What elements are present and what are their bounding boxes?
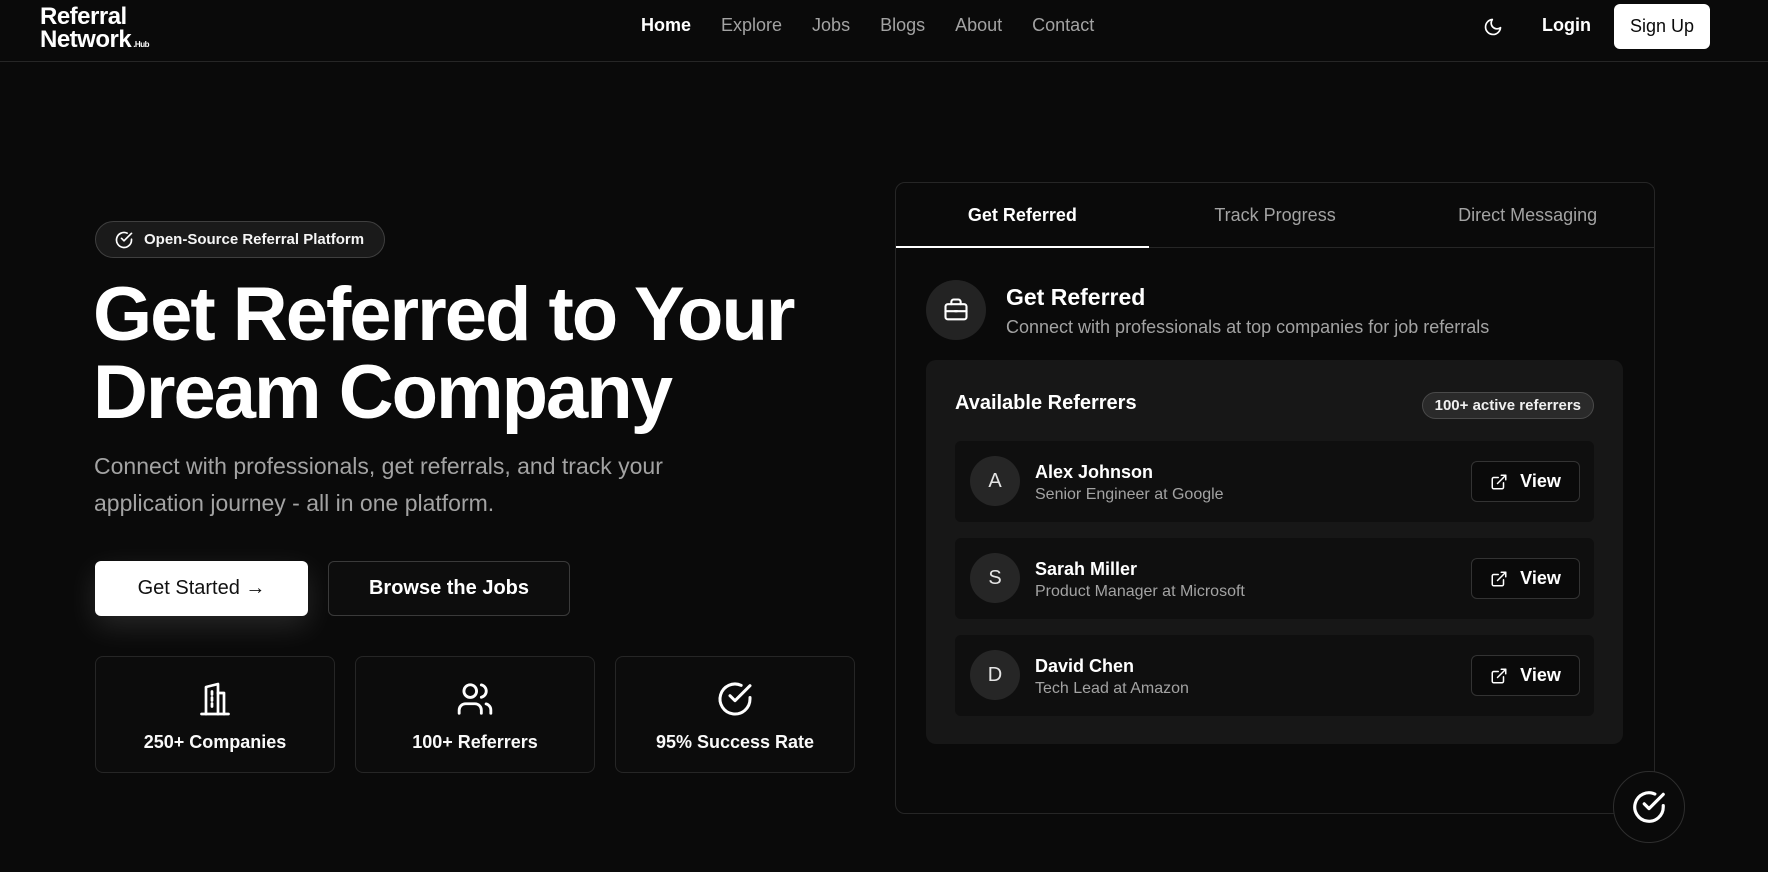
referrers-panel: Available Referrers 100+ active referrer… [926,360,1623,744]
referrer-row: D David Chen Tech Lead at Amazon View [955,635,1594,716]
feature-icon-wrap [926,280,986,340]
logo-line2: Network [40,25,132,53]
external-link-icon [1491,571,1507,586]
nav-link-blogs[interactable]: Blogs [880,15,925,36]
referrer-row: S Sarah Miller Product Manager at Micros… [955,538,1594,619]
check-circle-icon [115,231,133,248]
nav-link-about[interactable]: About [955,15,1002,36]
referrer-name: Sarah Miller [1035,559,1138,579]
platform-badge-label: Open-Source Referral Platform [144,231,365,248]
stat-companies: 250+ Companies [95,656,335,773]
referrer-role: Senior Engineer at Google [1035,486,1224,503]
view-referrer-button[interactable]: View [1471,655,1580,696]
nav-link-home[interactable]: Home [641,15,691,36]
briefcase-icon [944,298,968,321]
moon-icon [1484,18,1502,36]
tab-get-referred[interactable]: Get Referred [896,183,1149,248]
nav-links: Home Explore Jobs Blogs About Contact [641,15,1124,36]
users-icon [457,683,493,715]
stat-referrers: 100+ Referrers [355,656,595,773]
referrer-role: Tech Lead at Amazon [1035,680,1189,697]
building-icon [200,682,230,716]
view-referrer-button[interactable]: View [1471,461,1580,502]
check-circle-icon [1633,791,1665,823]
floating-action-button[interactable] [1613,771,1685,843]
nav-link-explore[interactable]: Explore [721,15,782,36]
active-referrers-badge: 100+ active referrers [1421,392,1594,419]
nav-link-jobs[interactable]: Jobs [812,15,850,36]
logo-suffix: .Hub [133,39,149,49]
view-label: View [1520,665,1561,685]
external-link-icon [1491,668,1507,683]
signup-button[interactable]: Sign Up [1614,4,1710,49]
logo[interactable]: Referral Network .Hub [40,5,149,53]
get-started-button[interactable]: Get Started → [95,561,308,616]
referrer-role: Product Manager at Microsoft [1035,583,1245,600]
browse-jobs-button[interactable]: Browse the Jobs [328,561,570,616]
tab-track-progress[interactable]: Track Progress [1149,183,1402,247]
tab-direct-messaging[interactable]: Direct Messaging [1401,183,1654,247]
stat-success-rate: 95% Success Rate [615,656,855,773]
theme-toggle-button[interactable] [1480,14,1506,40]
hero-title-line1: Get Referred to Your [93,272,795,357]
feature-tabs: Get Referred Track Progress Direct Messa… [896,183,1654,248]
stat-success-label: 95% Success Rate [655,732,815,752]
avatar: A [970,456,1020,506]
referrer-name: Alex Johnson [1035,462,1154,482]
referrer-row: A Alex Johnson Senior Engineer at Google… [955,441,1594,522]
top-nav: Referral Network .Hub Home Explore Jobs B… [0,0,1768,62]
referrers-panel-title: Available Referrers [955,392,1137,414]
view-label: View [1520,568,1561,588]
referrer-name: David Chen [1035,656,1135,676]
platform-badge: Open-Source Referral Platform [95,221,386,258]
stat-companies-label: 250+ Companies [143,732,287,752]
login-button[interactable]: Login [1542,15,1591,36]
hero-subtitle: Connect with professionals, get referral… [94,453,663,516]
feature-description: Connect with professionals at top compan… [1006,317,1490,337]
external-link-icon [1491,474,1507,489]
hero-title: Get Referred to Your Dream Company [93,276,853,432]
view-referrer-button[interactable]: View [1471,558,1580,599]
hero-title-line2: Dream Company [93,350,673,435]
avatar: S [970,553,1020,603]
nav-link-contact[interactable]: Contact [1032,15,1094,36]
feature-title: Get Referred [1006,284,1146,310]
stat-referrers-label: 100+ Referrers [412,732,538,752]
avatar: D [970,650,1020,700]
check-circle-icon [718,682,752,716]
feature-card: Get Referred Track Progress Direct Messa… [895,182,1655,814]
view-label: View [1520,471,1561,491]
